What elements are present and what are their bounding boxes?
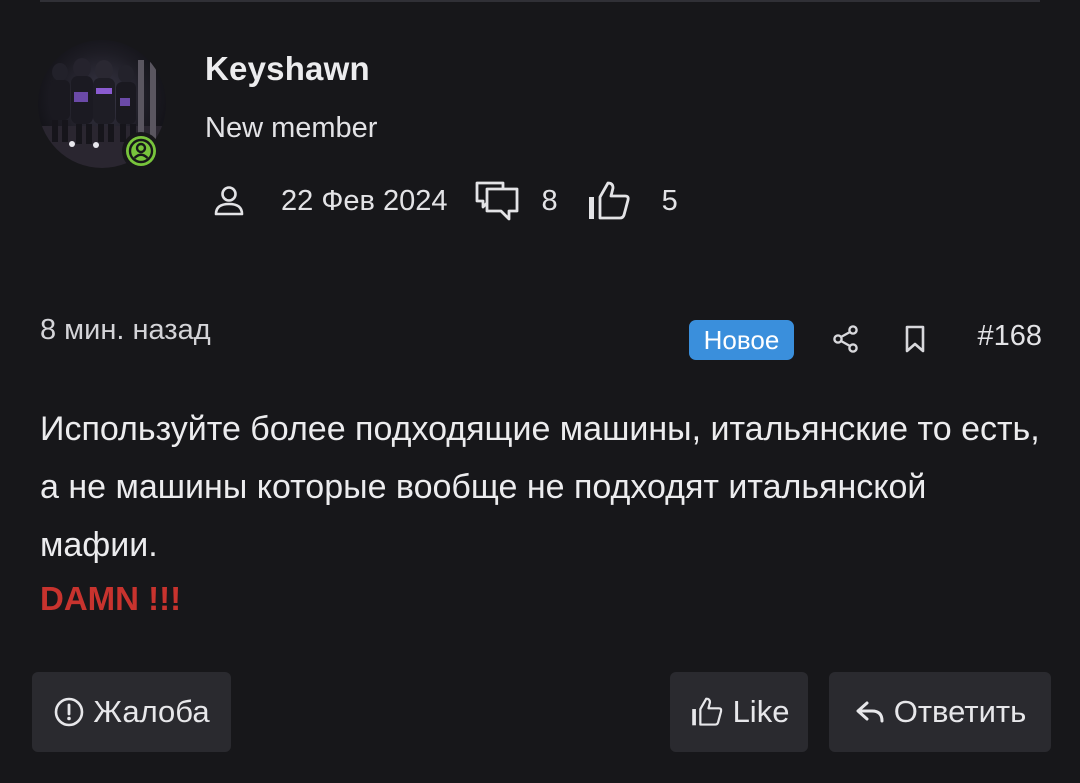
- message-count: 8: [541, 184, 558, 217]
- post-text: Используйте более подходящие машины, ита…: [40, 410, 1040, 564]
- new-badge: Новое: [689, 320, 794, 360]
- author-title: New member: [205, 112, 378, 144]
- post-emphasis-text: DAMN !!!: [40, 580, 182, 617]
- share-icon[interactable]: [832, 324, 860, 354]
- alert-circle-icon: [53, 696, 85, 728]
- online-status-icon: [122, 132, 160, 170]
- reply-button-label: Ответить: [893, 694, 1027, 729]
- like-button-label: Like: [732, 694, 790, 729]
- joined-date: 22 Фев 2024: [281, 184, 448, 217]
- thumbs-up-icon: [586, 178, 632, 224]
- post-timestamp[interactable]: 8 мин. назад: [40, 314, 211, 347]
- author-name[interactable]: Keyshawn: [205, 50, 370, 88]
- top-divider: [40, 0, 1040, 2]
- report-button-label: Жалоба: [93, 694, 210, 729]
- avatar[interactable]: [38, 40, 166, 170]
- comments-icon: [473, 177, 521, 225]
- author-stats: 22 Фев 2024 8 5: [205, 176, 678, 226]
- thumbs-up-icon: [689, 695, 725, 729]
- reaction-count: 5: [661, 184, 678, 217]
- reply-button[interactable]: Ответить: [829, 672, 1051, 752]
- post-number-link[interactable]: #168: [977, 320, 1042, 353]
- reply-icon: [854, 697, 886, 727]
- user-icon: [211, 183, 247, 219]
- like-button[interactable]: Like: [670, 672, 808, 752]
- bookmark-icon[interactable]: [902, 324, 928, 354]
- report-button[interactable]: Жалоба: [32, 672, 231, 752]
